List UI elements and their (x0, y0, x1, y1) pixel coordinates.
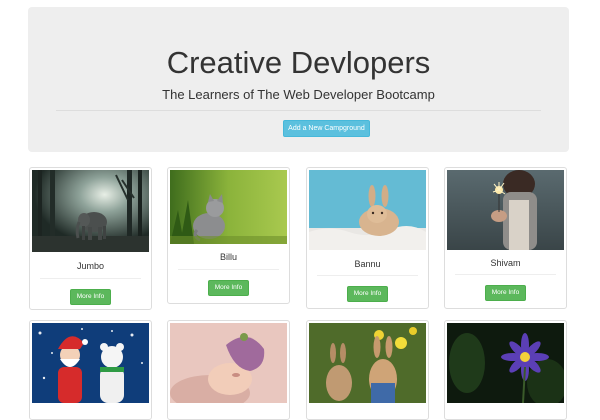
card-title: Bannu (354, 259, 381, 269)
rabbit-figurines-image[interactable] (309, 323, 426, 403)
campground-card-6 (167, 320, 290, 420)
baby-image[interactable] (170, 323, 287, 403)
card-divider (317, 275, 418, 276)
card-divider (455, 274, 556, 275)
card-title: Billu (219, 252, 237, 262)
santa-bear-image[interactable] (32, 323, 149, 403)
card-title: Jumbo (76, 261, 104, 271)
page-title: Creative Devlopers (166, 45, 431, 80)
campground-card-jumbo: Jumbo More Info (29, 167, 152, 310)
campground-card-5 (29, 320, 152, 420)
add-campground-button[interactable]: Add a New Campground (283, 120, 370, 137)
more-info-button[interactable]: More Info (347, 286, 388, 302)
header-divider (56, 110, 541, 111)
rabbit-image[interactable] (309, 170, 426, 250)
sparkler-image[interactable] (447, 170, 564, 250)
card-title: Shivam (490, 258, 521, 268)
campground-card-bannu: Bannu More Info (306, 167, 429, 309)
more-info-button[interactable]: More Info (70, 289, 111, 305)
card-divider (178, 269, 279, 270)
campground-card-billu: Billu More Info (167, 167, 290, 304)
card-divider (40, 278, 141, 279)
campground-card-shivam: Shivam More Info (444, 167, 567, 309)
kitten-image[interactable] (170, 170, 287, 244)
water-lily-image[interactable] (447, 323, 564, 403)
elephant-image[interactable] (32, 170, 149, 252)
more-info-button[interactable]: More Info (485, 285, 526, 301)
page-subtitle: The Learners of The Web Developer Bootca… (162, 87, 435, 102)
more-info-button[interactable]: More Info (208, 280, 249, 296)
campground-card-7 (306, 320, 429, 420)
campground-card-8 (444, 320, 567, 420)
jumbotron-header: Creative Devlopers The Learners of The W… (28, 7, 569, 152)
